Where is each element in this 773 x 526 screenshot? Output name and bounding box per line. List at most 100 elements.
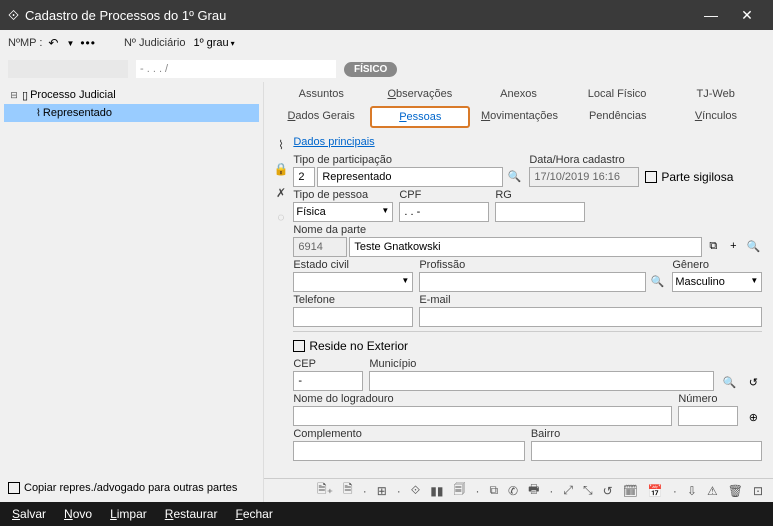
person-mask-icon[interactable]: ◌ [272, 210, 290, 224]
dados-principais-link[interactable]: Dados principais [293, 132, 374, 152]
folder-icon: ▯ [22, 89, 28, 102]
tb-warn-icon[interactable]: ⚠ [705, 484, 720, 498]
tb-sep5: · [671, 484, 679, 498]
tree-root-label: Processo Judicial [30, 89, 116, 101]
nome-parte-id-input [293, 237, 347, 257]
more-icon[interactable]: ••• [80, 36, 96, 50]
tb-tree-icon[interactable]: ⊞ [375, 484, 389, 498]
estado-civil-select[interactable] [293, 272, 413, 292]
tree-view[interactable]: ⊟ ▯ Processo Judicial ⌇ Representado [4, 86, 259, 478]
tab-vinculos[interactable]: Vínculos [667, 106, 765, 128]
tb-report-icon[interactable]: 🗐 [451, 480, 467, 501]
tab-pessoas[interactable]: Pessoas [370, 106, 470, 128]
cep-history-icon[interactable]: ↺ [744, 373, 762, 391]
reside-exterior-label: Reside no Exterior [309, 339, 408, 353]
tb-graph-icon[interactable]: ⤢ [561, 483, 575, 498]
tb-misc-icon[interactable]: ⊡ [751, 484, 765, 498]
profissao-search-icon[interactable]: 🔍 [648, 272, 666, 290]
tree-child-representado[interactable]: ⌇ Representado [4, 104, 259, 122]
nome-parte-label: Nome da parte [293, 224, 762, 236]
footer-fechar[interactable]: Fechar [235, 507, 272, 521]
tb-trash-icon[interactable]: 🗑 [726, 484, 745, 498]
add-address-icon[interactable]: ⊕ [744, 408, 762, 426]
complemento-input[interactable] [293, 441, 525, 461]
profissao-input[interactable] [419, 272, 646, 292]
tb-link-icon[interactable]: ⟐ [409, 483, 422, 498]
parte-sigilosa-checkbox[interactable] [645, 171, 657, 183]
fisico-badge: FÍSICO [344, 62, 397, 77]
genero-select[interactable] [672, 272, 762, 292]
tab-movimentacoes[interactable]: Movimentações [470, 106, 568, 128]
tab-dados-gerais[interactable]: Dados Gerais [272, 106, 370, 128]
dropdown-icon[interactable]: ▼ [64, 39, 76, 48]
tb-print-icon[interactable]: 🖶 [526, 480, 541, 501]
tb-doc-add-icon[interactable]: 🗎₊ [315, 480, 335, 501]
tipo-pessoa-select[interactable] [293, 202, 393, 222]
datahora-input [529, 167, 639, 187]
tb-attach-icon[interactable]: ⇩ [685, 484, 699, 498]
minimize-button[interactable]: — [693, 7, 729, 23]
profissao-label: Profissão [419, 259, 666, 271]
lock-open-icon[interactable]: ⌇ [272, 138, 290, 152]
parte-sigilosa-label: Parte sigilosa [661, 170, 733, 184]
tb-expand-icon[interactable]: ⤡ [581, 483, 595, 498]
tb-cal2-icon[interactable]: 📅 [646, 484, 665, 498]
genero-label: Gênero [672, 259, 762, 271]
mp-number-input[interactable] [8, 60, 128, 78]
tb-doc-icon[interactable]: 🗎 [341, 480, 355, 501]
telefone-input[interactable] [293, 307, 413, 327]
reside-exterior-wrap[interactable]: Reside no Exterior [293, 336, 762, 356]
tipo-participacao-num-input[interactable] [293, 167, 315, 187]
tb-calendar-icon[interactable]: 🗓 [621, 484, 640, 498]
footer-limpar[interactable]: Limpar [110, 507, 147, 521]
close-button[interactable]: ✕ [729, 7, 765, 24]
rg-input[interactable] [495, 202, 585, 222]
back-arrow-icon[interactable]: ↶ [46, 36, 60, 50]
tree-root-row[interactable]: ⊟ ▯ Processo Judicial [4, 86, 259, 104]
cep-search-icon[interactable]: 🔍 [720, 373, 738, 391]
tb-barcode-icon[interactable]: ▮▮ [428, 484, 445, 498]
tab-pend-label: Pendências [589, 110, 647, 122]
tb-phone-icon[interactable]: ✆ [506, 484, 520, 498]
reside-exterior-checkbox[interactable] [293, 340, 305, 352]
copy-person-icon[interactable]: ⧉ [704, 237, 722, 255]
bottom-toolbar: 🗎₊ 🗎 · ⊞ · ⟐ ▮▮ 🗐 · ⧉ ✆ 🖶 · ⤢ ⤡ ↺ 🗓 📅 · … [264, 478, 773, 502]
tab-pendencias[interactable]: Pendências [569, 106, 667, 128]
search-person-icon[interactable]: 🔍 [744, 237, 762, 255]
grau-dropdown[interactable]: 1º grau ▾ [193, 37, 234, 49]
tab-observacoes[interactable]: Observações [371, 84, 470, 104]
tab-assuntos[interactable]: Assuntos [272, 84, 371, 104]
parte-sigilosa-wrap[interactable]: Parte sigilosa [645, 167, 733, 187]
email-input[interactable] [419, 307, 762, 327]
tab-anexos[interactable]: Anexos [469, 84, 568, 104]
tree-collapse-icon[interactable]: ⊟ [8, 90, 20, 101]
tab-tj-web[interactable]: TJ-Web [666, 84, 765, 104]
header-fields-row: NºMP : ↶ ▼ ••• Nº Judiciário 1º grau ▾ [0, 30, 773, 56]
tab-local-fisico[interactable]: Local Físico [568, 84, 667, 104]
footer-restaurar[interactable]: Restaurar [165, 507, 218, 521]
add-person-icon[interactable]: + [724, 237, 742, 255]
lock-closed-icon[interactable]: 🔒 [272, 162, 290, 176]
logradouro-input[interactable] [293, 406, 672, 426]
tipo-participacao-txt-input[interactable] [317, 167, 503, 187]
person-remove-icon[interactable]: ✗ [272, 186, 290, 200]
tb-copy-icon[interactable]: ⧉ [487, 483, 500, 498]
tab-local-label: Local Físico [588, 88, 647, 100]
search-icon[interactable]: 🔍 [505, 167, 523, 185]
divider [293, 331, 762, 332]
cep-input[interactable] [293, 371, 363, 391]
nome-parte-input[interactable] [349, 237, 702, 257]
tb-sync-icon[interactable]: ↺ [601, 484, 615, 498]
content-panel: Assuntos Observações Anexos Local Físico… [264, 82, 773, 502]
tab-tjweb-label: TJ-Web [697, 88, 735, 100]
footer-salvar[interactable]: Salvar [12, 507, 46, 521]
numero-input[interactable] [678, 406, 738, 426]
numero-label: Número [678, 393, 738, 405]
copy-repres-checkbox[interactable] [8, 482, 20, 494]
municipio-input[interactable] [369, 371, 714, 391]
judiciario-number-input[interactable] [136, 60, 336, 78]
tree-child-label: Representado [43, 107, 112, 119]
bairro-input[interactable] [531, 441, 763, 461]
footer-novo[interactable]: Novo [64, 507, 92, 521]
cpf-input[interactable] [399, 202, 489, 222]
